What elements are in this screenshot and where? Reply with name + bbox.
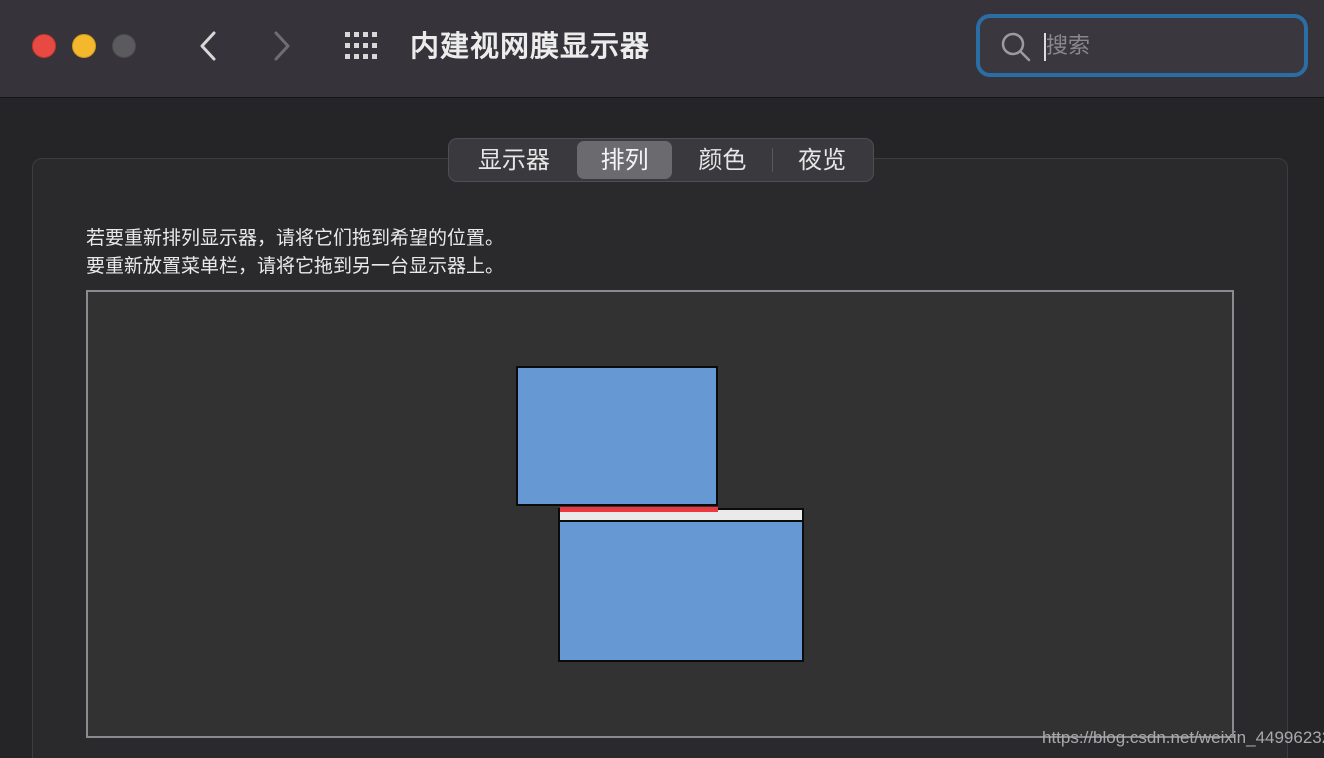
segmented-tab-control: 显示器 排列 颜色 夜览 (448, 138, 874, 182)
tab-night-shift[interactable]: 夜览 (773, 141, 871, 179)
minimize-window-button[interactable] (72, 34, 96, 58)
zoom-window-button[interactable] (112, 34, 136, 58)
chevron-left-icon (200, 31, 216, 61)
search-input[interactable] (1046, 26, 1286, 66)
close-window-button[interactable] (32, 34, 56, 58)
tab-arrangement[interactable]: 排列 (576, 141, 673, 179)
titlebar: 内建视网膜显示器 (0, 0, 1324, 98)
instruction-line-2: 要重新放置菜单栏，请将它拖到另一台显示器上。 (86, 255, 505, 277)
grid-icon (345, 32, 377, 59)
menu-bar-drop-indicator (560, 507, 718, 512)
window-title: 内建视网膜显示器 (410, 29, 651, 63)
show-all-button[interactable] (344, 30, 380, 62)
tab-color[interactable]: 颜色 (672, 141, 772, 179)
search-icon (1001, 32, 1031, 62)
chevron-right-icon (274, 31, 290, 61)
search-field[interactable] (976, 14, 1308, 77)
primary-display[interactable] (558, 508, 804, 662)
display-arrangement-area (86, 290, 1234, 738)
preferences-window: 内建视网膜显示器 显示器 排列 颜色 夜览 若要重新排列显示器，请将它们拖到希望… (0, 0, 1324, 758)
forward-button[interactable] (262, 26, 302, 66)
secondary-display[interactable] (516, 366, 718, 506)
watermark: https://blog.csdn.net/weixin_44996232 (1042, 728, 1324, 747)
instruction-line-1: 若要重新排列显示器，请将它们拖到希望的位置。 (86, 227, 505, 249)
arrangement-instructions: 若要重新排列显示器，请将它们拖到希望的位置。 要重新放置菜单栏，请将它拖到另一台… (86, 224, 504, 280)
back-button[interactable] (188, 26, 228, 66)
tab-display[interactable]: 显示器 (451, 141, 577, 179)
